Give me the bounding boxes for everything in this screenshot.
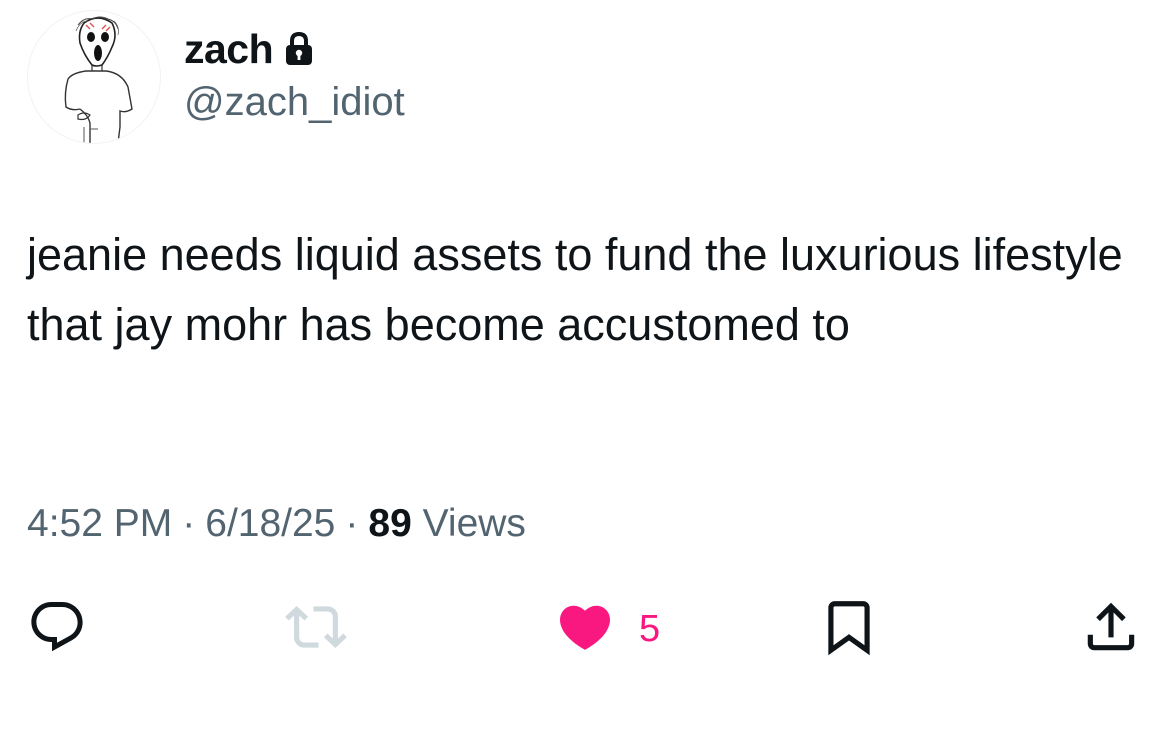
avatar[interactable] <box>27 10 161 144</box>
lock-icon <box>285 32 313 66</box>
meta-separator: · <box>345 502 359 545</box>
reply-button[interactable] <box>27 596 87 662</box>
reply-icon <box>27 597 87 662</box>
tweet-meta: 4:52 PM · 6/18/25 · 89 Views <box>27 502 526 546</box>
bookmark-button[interactable] <box>818 596 880 662</box>
handle[interactable]: @zach_idiot <box>184 80 405 125</box>
meta-separator: · <box>182 502 196 545</box>
author-name-row: zach <box>184 24 313 74</box>
retweet-icon <box>285 596 347 663</box>
views-label: Views <box>422 502 526 545</box>
tweet-text: jeanie needs liquid assets to fund the l… <box>27 229 1123 350</box>
retweet-button[interactable] <box>285 596 347 662</box>
like-button[interactable]: 5 <box>555 596 660 662</box>
heart-icon <box>555 597 615 662</box>
like-count: 5 <box>639 607 661 650</box>
display-name[interactable]: zach <box>184 26 274 73</box>
share-icon <box>1080 596 1142 663</box>
bookmark-icon <box>818 596 880 663</box>
avatar-sketch-image <box>64 16 133 143</box>
action-bar: 5 <box>0 596 1170 662</box>
tweet-time[interactable]: 4:52 PM <box>27 502 172 545</box>
tweet-date[interactable]: 6/18/25 <box>205 502 335 545</box>
share-button[interactable] <box>1080 596 1142 662</box>
views-count: 89 <box>368 502 412 545</box>
